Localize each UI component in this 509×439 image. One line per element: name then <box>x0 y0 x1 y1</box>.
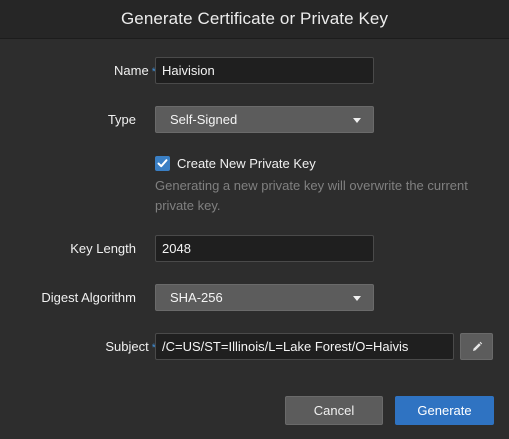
digest-algorithm-value: SHA-256 <box>170 290 223 305</box>
generate-button[interactable]: Generate <box>395 396 494 425</box>
subject-label-text: Subject <box>105 339 149 354</box>
generate-certificate-dialog: Generate Certificate or Private Key Name… <box>0 0 509 439</box>
dialog-header: Generate Certificate or Private Key <box>0 0 509 39</box>
cancel-button[interactable]: Cancel <box>285 396 383 425</box>
name-label: Name * <box>114 63 156 78</box>
private-key-help-text: Generating a new private key will overwr… <box>155 178 468 213</box>
digest-algorithm-label: Digest Algorithm <box>41 290 136 305</box>
dialog-title: Generate Certificate or Private Key <box>120 9 389 28</box>
pencil-icon <box>473 341 483 351</box>
type-select[interactable]: Self-Signed <box>155 106 374 133</box>
name-label-text: Name <box>114 63 149 78</box>
edit-subject-button[interactable] <box>460 333 493 360</box>
checkmark-icon <box>157 159 168 168</box>
key-length-input[interactable]: 2048 <box>155 235 374 262</box>
caret-down-icon <box>353 296 361 301</box>
subject-input[interactable]: /C=US/ST=Illinois/L=Lake Forest/O=Haivis <box>155 333 454 360</box>
digest-algorithm-select[interactable]: SHA-256 <box>155 284 374 311</box>
type-label: Type <box>107 112 136 127</box>
key-length-label: Key Length <box>70 241 136 256</box>
caret-down-icon <box>353 118 361 123</box>
name-input[interactable]: Haivision <box>155 57 374 84</box>
create-private-key-checkbox[interactable] <box>155 156 170 171</box>
type-select-value: Self-Signed <box>170 112 238 127</box>
subject-label: Subject * <box>105 339 156 354</box>
create-private-key-label[interactable]: Create New Private Key <box>177 156 316 171</box>
